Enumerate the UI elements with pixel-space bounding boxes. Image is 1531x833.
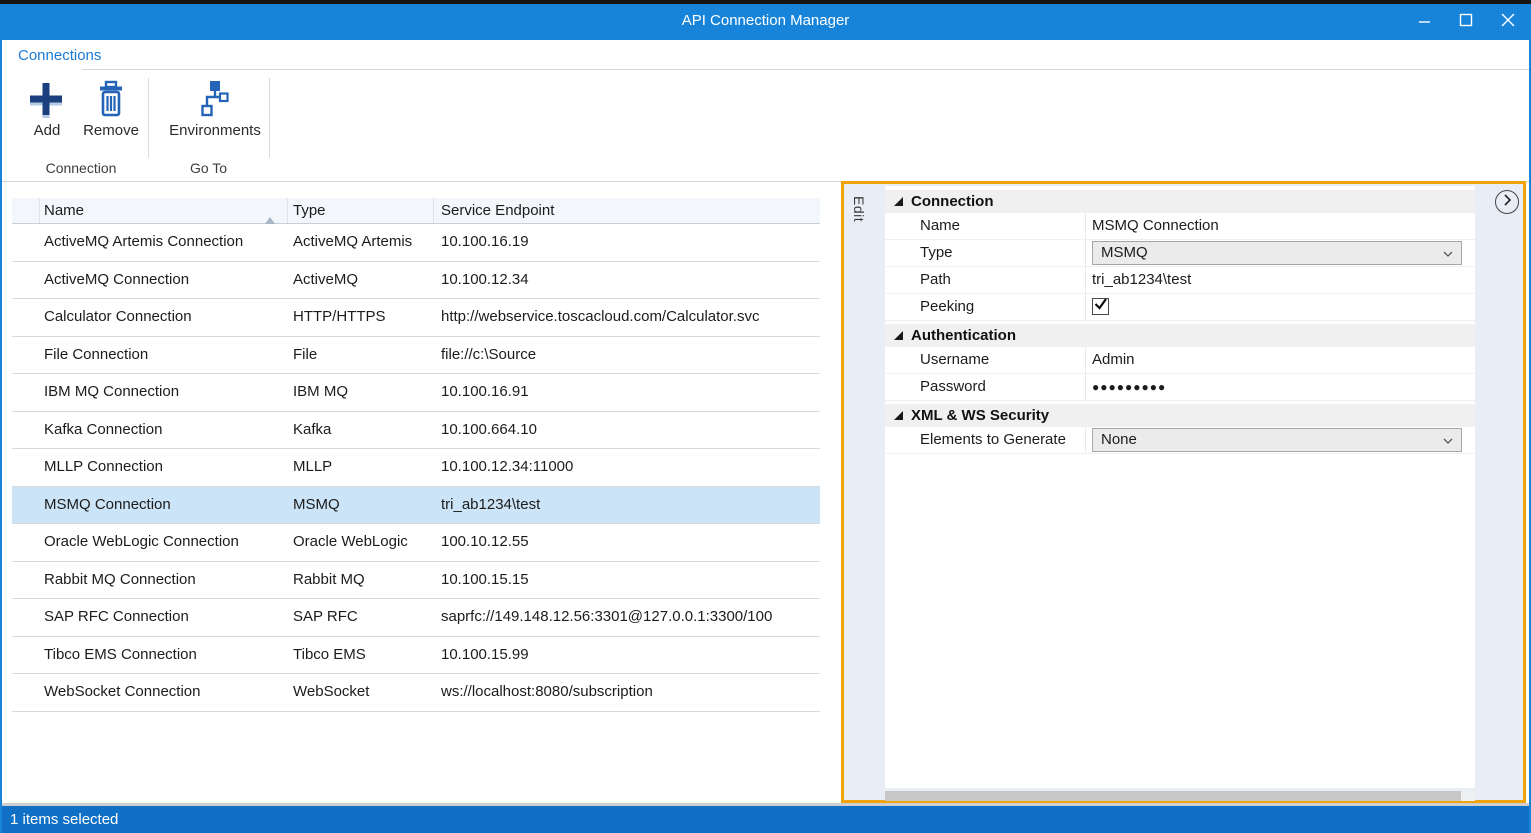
expanded-triangle-icon <box>894 411 903 420</box>
environments-sitemap-icon <box>165 78 265 120</box>
sort-ascending-icon <box>265 207 275 232</box>
chevron-down-icon <box>1443 427 1453 453</box>
property-row-path: Path tri_ab1234\test <box>885 267 1475 294</box>
connections-table: Name Type Service Endpoint ActiveMQ Arte… <box>12 198 820 712</box>
title-bar[interactable]: API Connection Manager <box>0 0 1531 40</box>
username-field[interactable]: Admin <box>1086 347 1475 373</box>
environments-button-label: Environments <box>165 122 265 139</box>
column-header-name[interactable]: Name <box>40 198 288 223</box>
table-row-selected[interactable]: MSMQ Connection MSMQ tri_ab1234\test <box>12 487 820 525</box>
add-button-label: Add <box>12 122 82 139</box>
tab-connections[interactable]: Connections <box>18 47 101 64</box>
property-row-username: Username Admin <box>885 347 1475 374</box>
group-label-connection: Connection <box>14 160 148 176</box>
window-title: API Connection Manager <box>0 0 1531 40</box>
table-row[interactable]: File Connection File file://c:\Source <box>12 337 820 375</box>
maximize-icon <box>1459 13 1473 32</box>
row-indicator-column-header[interactable] <box>12 198 40 223</box>
window-controls <box>1403 4 1529 40</box>
table-row[interactable]: Oracle WebLogic Connection Oracle WebLog… <box>12 524 820 562</box>
remove-button[interactable]: Remove <box>76 78 146 139</box>
environments-button[interactable]: Environments <box>165 78 265 139</box>
collapse-panel-button[interactable] <box>1495 190 1519 214</box>
remove-button-label: Remove <box>76 122 146 139</box>
column-header-type[interactable]: Type <box>288 198 434 223</box>
peeking-checkbox[interactable] <box>1092 298 1109 315</box>
section-header-connection[interactable]: Connection <box>885 190 1475 213</box>
property-row-elements-to-generate: Elements to Generate None <box>885 427 1475 454</box>
property-row-peeking: Peeking <box>885 294 1475 321</box>
ribbon: Connections Add <box>2 40 1529 182</box>
table-row[interactable]: Calculator Connection HTTP/HTTPS http://… <box>12 299 820 337</box>
add-button[interactable]: Add <box>12 78 82 139</box>
expanded-triangle-icon <box>894 197 903 206</box>
edit-panel-tab-label: Edit <box>851 196 867 222</box>
table-row[interactable]: SAP RFC Connection SAP RFC saprfc://149.… <box>12 599 820 637</box>
path-field[interactable]: tri_ab1234\test <box>1086 267 1475 293</box>
trash-icon <box>76 78 146 120</box>
table-row[interactable]: Rabbit MQ Connection Rabbit MQ 10.100.15… <box>12 562 820 600</box>
add-plus-icon <box>12 78 82 120</box>
table-header: Name Type Service Endpoint <box>12 198 820 224</box>
password-field[interactable]: ●●●●●●●●● <box>1086 374 1475 400</box>
chevron-down-icon <box>1443 240 1453 266</box>
table-row[interactable]: Tibco EMS Connection Tibco EMS 10.100.15… <box>12 637 820 675</box>
chevron-right-icon <box>1501 193 1513 212</box>
minimize-icon <box>1418 13 1431 31</box>
column-header-endpoint[interactable]: Service Endpoint <box>434 198 820 223</box>
close-icon <box>1501 13 1515 32</box>
expanded-triangle-icon <box>894 331 903 340</box>
tab-strip-divider <box>82 69 1529 70</box>
window-left-border <box>0 40 2 833</box>
minimize-button[interactable] <box>1403 4 1445 40</box>
property-row-name: Name MSMQ Connection <box>885 213 1475 240</box>
table-row[interactable]: ActiveMQ Connection ActiveMQ 10.100.12.3… <box>12 262 820 300</box>
elements-to-generate-dropdown[interactable]: None <box>1092 428 1462 452</box>
selection-count-text: 1 items selected <box>0 806 1531 833</box>
section-header-xml-ws-security[interactable]: XML & WS Security <box>885 404 1475 427</box>
table-row[interactable]: IBM MQ Connection IBM MQ 10.100.16.91 <box>12 374 820 412</box>
type-dropdown[interactable]: MSMQ <box>1092 241 1462 265</box>
section-header-authentication[interactable]: Authentication <box>885 324 1475 347</box>
property-row-type: Type MSMQ <box>885 240 1475 267</box>
app-window: API Connection Manager <box>0 0 1531 833</box>
table-row[interactable]: ActiveMQ Artemis Connection ActiveMQ Art… <box>12 224 820 262</box>
property-grid: Connection Name MSMQ Connection Type MSM… <box>885 186 1475 788</box>
table-row[interactable]: WebSocket Connection WebSocket ws://loca… <box>12 674 820 712</box>
ribbon-group-divider <box>148 78 149 158</box>
main-content: Name Type Service Endpoint ActiveMQ Arte… <box>2 182 1529 804</box>
table-row[interactable]: Kafka Connection Kafka 10.100.664.10 <box>12 412 820 450</box>
close-button[interactable] <box>1487 4 1529 40</box>
ribbon-group-divider <box>269 78 270 158</box>
scrollbar-thumb[interactable] <box>885 791 1461 801</box>
maximize-button[interactable] <box>1445 4 1487 40</box>
window-top-edge <box>0 0 1531 4</box>
group-label-goto: Go To <box>148 160 269 176</box>
horizontal-scrollbar[interactable] <box>885 791 1475 801</box>
table-row[interactable]: MLLP Connection MLLP 10.100.12.34:11000 <box>12 449 820 487</box>
checkmark-icon <box>1093 294 1108 320</box>
edit-panel: Edit Connection Name MSMQ Connection <box>841 181 1526 803</box>
property-row-password: Password ●●●●●●●●● <box>885 374 1475 401</box>
name-field[interactable]: MSMQ Connection <box>1086 213 1475 239</box>
status-bar: 1 items selected <box>0 806 1531 833</box>
